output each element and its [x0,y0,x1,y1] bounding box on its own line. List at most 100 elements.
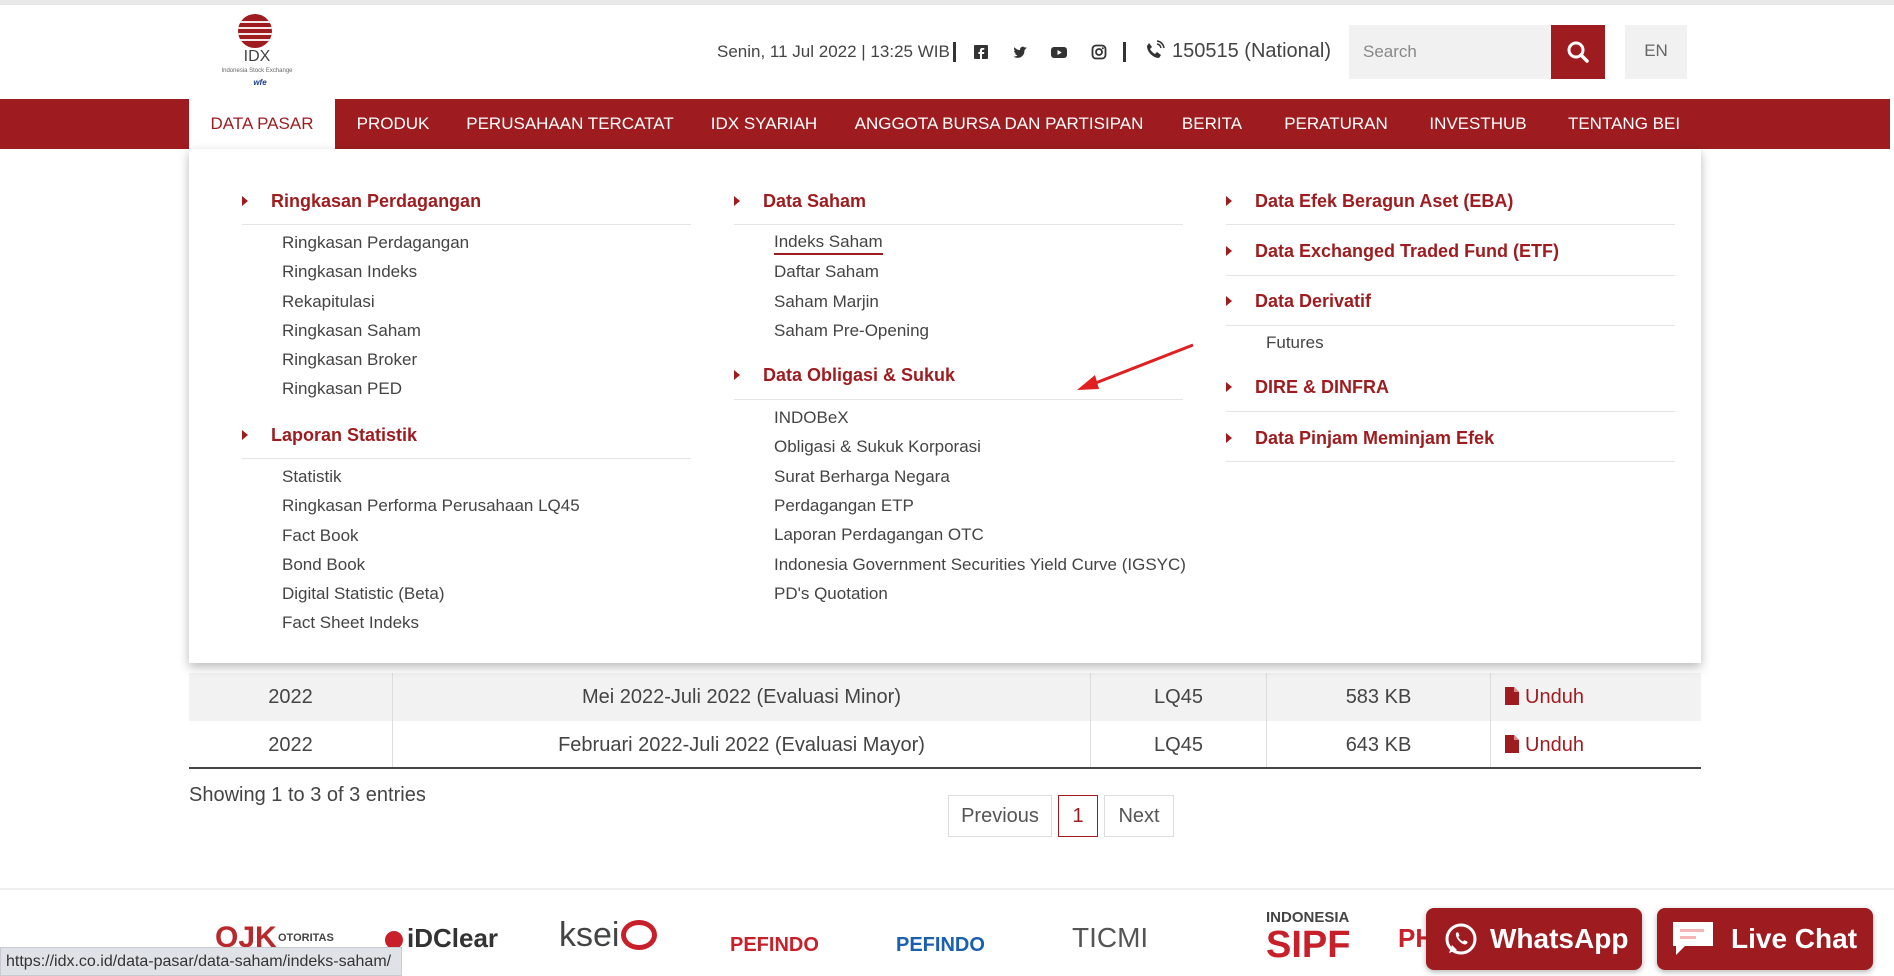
ticmi-logo[interactable]: TICMI [1072,910,1148,966]
wfe-logo: wfe [253,78,267,87]
datetime: Senin, 11 Jul 2022 | 13:25 WIB [717,42,950,61]
caret-right-icon [734,196,740,206]
download-link[interactable]: Unduh [1491,673,1701,721]
caret-right-icon [242,196,248,206]
cell-period: Mei 2022-Juli 2022 (Evaluasi Minor) [393,673,1091,721]
whatsapp-icon [1445,923,1477,955]
pagination-next[interactable]: Next [1104,795,1174,837]
menu-link-laporan-perdagangan-otc[interactable]: Laporan Perdagangan OTC [774,523,984,547]
nav-idx-syariah[interactable]: IDX SYARIAH [700,99,828,149]
menu-link-saham-pre-opening[interactable]: Saham Pre-Opening [774,319,929,343]
divider [1226,325,1675,326]
menu-link-indobex[interactable]: INDOBeX [774,406,849,430]
menu-section-label: Data Obligasi & Sukuk [763,365,956,385]
facebook-icon[interactable] [971,42,991,62]
instagram-icon[interactable] [1089,42,1109,62]
menu-section-label: Data Pinjam Meminjam Efek [1255,428,1495,448]
annotation-arrow-icon [1077,343,1194,390]
menu-link-igsyc[interactable]: Indonesia Government Securities Yield Cu… [774,553,1186,577]
divider [1226,224,1675,225]
cell-index: LQ45 [1091,673,1267,721]
nav-data-pasar[interactable]: DATA PASAR [189,99,335,149]
nav-peraturan[interactable]: PERATURAN [1278,99,1394,149]
menu-section-label: Data Exchanged Traded Fund (ETF) [1255,241,1560,261]
divider [734,399,1183,400]
idx-logo[interactable]: IDX Indonesia Stock Exchange wfe [218,12,296,92]
indonesia-sipf-logo[interactable]: INDONESIA SIPF [1222,910,1350,966]
nav-produk[interactable]: PRODUK [344,99,442,149]
menu-link-obligasi-sukuk-korporasi[interactable]: Obligasi & Sukuk Korporasi [774,435,981,459]
page-root: IDX Indonesia Stock Exchange wfe Senin, … [0,0,1894,976]
nav-anggota-bursa[interactable]: ANGGOTA BURSA DAN PARTISIPAN [848,99,1150,149]
menu-link-indeks-saham[interactable]: Indeks Saham [774,231,883,255]
cell-size: 643 KB [1267,721,1491,769]
menu-link-saham-marjin[interactable]: Saham Marjin [774,290,879,314]
main-nav: DATA PASAR PRODUK PERUSAHAAN TERCATAT ID… [0,99,1890,149]
mega-menu-data-pasar: Ringkasan Perdagangan Ringkasan Perdagan… [189,149,1701,663]
nav-investhub[interactable]: INVESTHUB [1416,99,1540,149]
menu-link-perdagangan-etp[interactable]: Perdagangan ETP [774,494,914,518]
nav-tentang-bei[interactable]: TENTANG BEI [1564,99,1684,149]
live-chat-button[interactable]: Live Chat [1657,908,1873,970]
menu-link-rekapitulasi[interactable]: Rekapitulasi [282,290,375,314]
chat-bubble-icon [1673,922,1713,955]
menu-link-ringkasan-ped[interactable]: Ringkasan PED [282,377,402,401]
download-link[interactable]: Unduh [1491,721,1701,769]
sipf-logo-text: SIPF [1266,924,1351,966]
menu-link-futures[interactable]: Futures [1266,331,1324,355]
phone-icon [1143,40,1165,62]
menu-link-surat-berharga-negara[interactable]: Surat Berharga Negara [774,465,950,489]
menu-link-ringkasan-broker[interactable]: Ringkasan Broker [282,348,417,372]
menu-link-fact-book[interactable]: Fact Book [282,524,359,548]
cell-size: 583 KB [1267,673,1491,721]
ksei-logo-text: ksei [559,916,620,954]
youtube-icon[interactable] [1049,42,1069,62]
caret-right-icon [1226,296,1232,306]
menu-link-fact-sheet-indeks[interactable]: Fact Sheet Indeks [282,611,419,635]
download-label: Unduh [1525,734,1584,756]
cell-year: 2022 [189,721,393,769]
menu-link-digital-statistic[interactable]: Digital Statistic (Beta) [282,582,445,606]
caret-right-icon [242,430,248,440]
footer-divider [0,888,1894,890]
language-switch[interactable]: EN [1625,25,1687,79]
twitter-icon[interactable] [1010,42,1030,62]
status-bar-url: https://idx.co.id/data-pasar/data-saham/… [0,947,403,976]
cell-period: Februari 2022-Juli 2022 (Evaluasi Mayor) [393,721,1091,769]
nav-perusahaan-tercatat[interactable]: PERUSAHAAN TERCATAT [462,99,678,149]
idx-logo-mark [238,14,272,48]
menu-section-label: Data Efek Beragun Aset (EBA) [1255,191,1514,211]
search-input[interactable] [1349,25,1551,79]
nav-berita[interactable]: BERITA [1172,99,1252,149]
phone-number[interactable]: 150515 (National) [1172,36,1331,66]
caret-right-icon [734,370,740,380]
search-button[interactable] [1551,25,1605,79]
pagination-previous[interactable]: Previous [948,795,1052,837]
pefindo-credit-bureau-logo[interactable]: PEFINDO [730,910,819,966]
menu-link-ringkasan-performa-lq45[interactable]: Ringkasan Performa Perusahaan LQ45 [282,494,580,518]
pagination-page-1[interactable]: 1 [1058,795,1098,837]
entries-info: Showing 1 to 3 of 3 entries [189,784,426,806]
ksei-logo[interactable]: ksei [559,910,658,966]
caret-right-icon [1226,196,1232,206]
table-row: 2022 Mei 2022-Juli 2022 (Evaluasi Minor)… [189,673,1701,721]
menu-link-pds-quotation[interactable]: PD's Quotation [774,582,888,606]
divider [242,458,691,459]
pefindo-rating-logo[interactable]: PEFINDO [896,910,985,966]
menu-link-ringkasan-perdagangan[interactable]: Ringkasan Perdagangan [282,231,469,255]
menu-link-statistik[interactable]: Statistik [282,465,342,489]
separator [1123,42,1126,62]
menu-link-bond-book[interactable]: Bond Book [282,553,365,577]
menu-link-ringkasan-indeks[interactable]: Ringkasan Indeks [282,260,417,284]
whatsapp-button[interactable]: WhatsApp [1426,908,1642,970]
ksei-mark [621,920,658,950]
idclear-logo-text: iDClear [407,923,499,953]
file-icon [1505,687,1519,705]
menu-section-label: Data Derivatif [1255,291,1372,311]
menu-link-ringkasan-saham[interactable]: Ringkasan Saham [282,319,421,343]
caret-right-icon [1226,246,1232,256]
menu-link-daftar-saham[interactable]: Daftar Saham [774,260,879,284]
table-bottom-border [189,767,1701,769]
logo-subtitle: Indonesia Stock Exchange [221,68,293,74]
logo-name: IDX [243,48,271,65]
